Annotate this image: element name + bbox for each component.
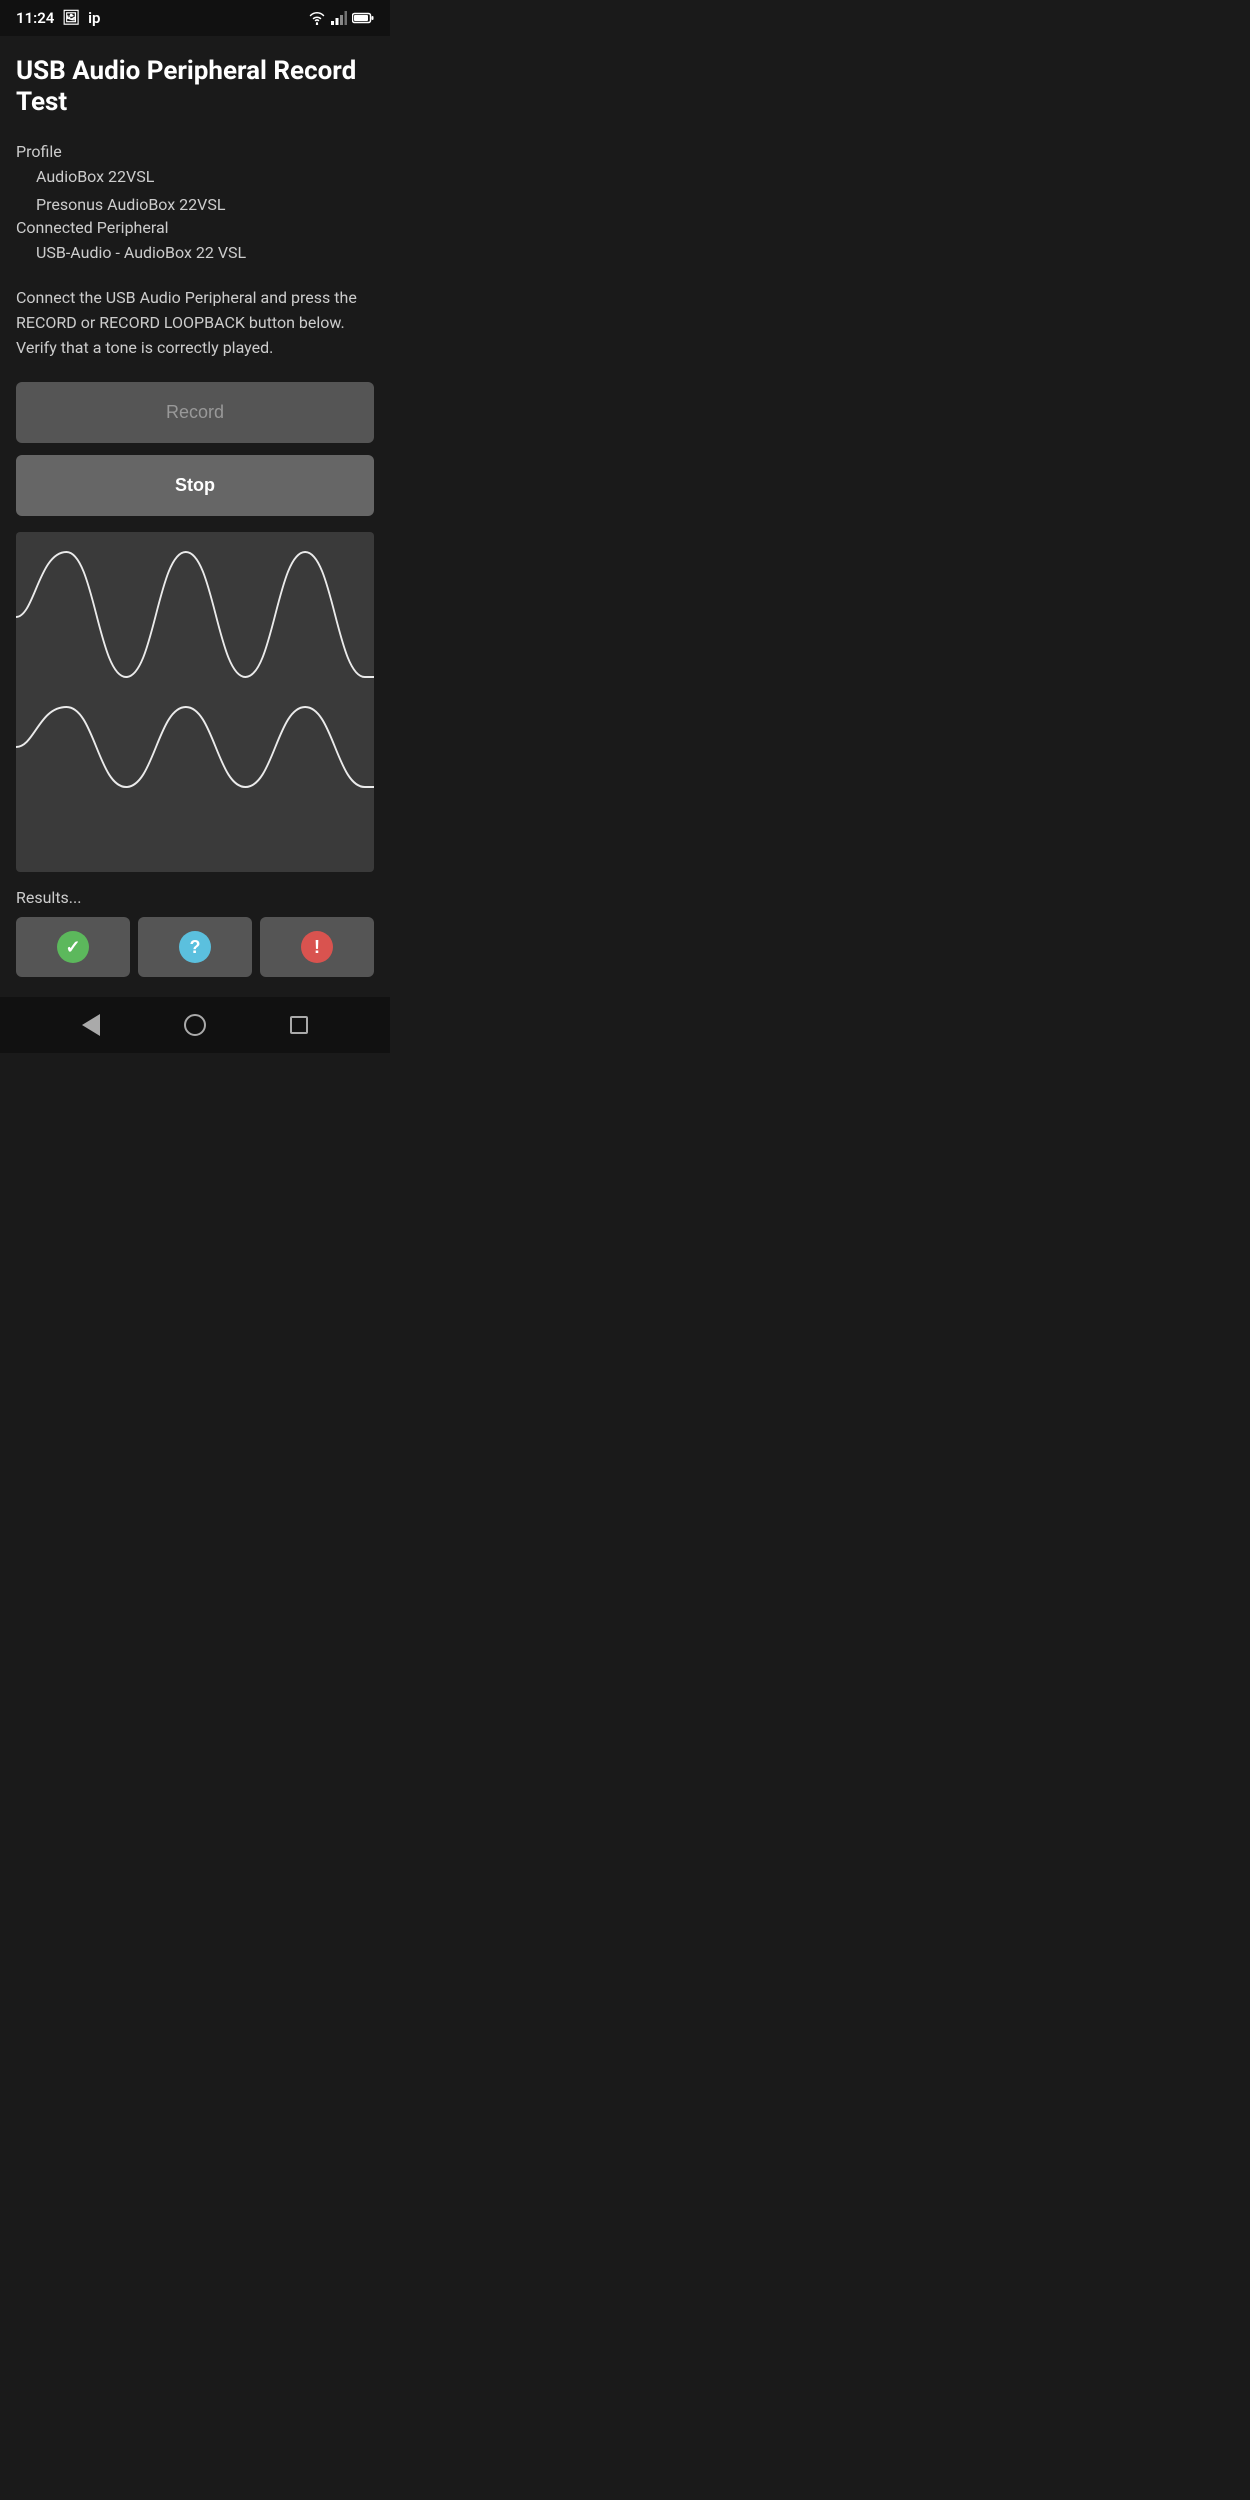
profile-label: Profile — [16, 142, 374, 161]
exclaim-icon: ! — [301, 931, 333, 963]
peripheral-name: USB-Audio - AudioBox 22 VSL — [16, 239, 374, 266]
back-button[interactable] — [82, 1014, 100, 1036]
ip-label: ip — [88, 9, 100, 27]
status-icons — [308, 11, 374, 25]
result-danger-button[interactable]: ! — [260, 917, 374, 977]
question-icon: ? — [179, 931, 211, 963]
status-bar: 11:24 🖼 ip — [0, 0, 390, 36]
status-left: 11:24 🖼 ip — [16, 9, 101, 27]
instruction-text: Connect the USB Audio Peripheral and pre… — [16, 286, 374, 360]
page-title: USB Audio Peripheral Record Test — [16, 56, 374, 118]
time-display: 11:24 — [16, 9, 54, 27]
record-button[interactable]: Record — [16, 382, 374, 443]
peripheral-label: Connected Peripheral — [16, 218, 374, 237]
home-button[interactable] — [184, 1014, 206, 1036]
back-icon — [82, 1014, 100, 1036]
waveform-display — [16, 532, 374, 872]
wifi-icon — [308, 11, 326, 25]
result-info-button[interactable]: ? — [138, 917, 252, 977]
home-icon — [184, 1014, 206, 1036]
profile-subname: Presonus AudioBox 22VSL — [16, 191, 374, 218]
results-buttons: ✓ ? ! — [16, 917, 374, 977]
profile-name: AudioBox 22VSL — [16, 163, 374, 190]
check-icon: ✓ — [57, 931, 89, 963]
stop-button[interactable]: Stop — [16, 455, 374, 516]
result-success-button[interactable]: ✓ — [16, 917, 130, 977]
battery-icon — [352, 12, 374, 24]
profile-section: Profile AudioBox 22VSL Presonus AudioBox… — [16, 142, 374, 266]
photo-icon: 🖼 — [62, 10, 80, 26]
signal-icon — [331, 11, 347, 25]
results-label: Results... — [16, 888, 374, 907]
recent-icon — [290, 1016, 308, 1034]
nav-bar — [0, 997, 390, 1053]
main-content: USB Audio Peripheral Record Test Profile… — [0, 36, 390, 997]
recent-button[interactable] — [290, 1016, 308, 1034]
